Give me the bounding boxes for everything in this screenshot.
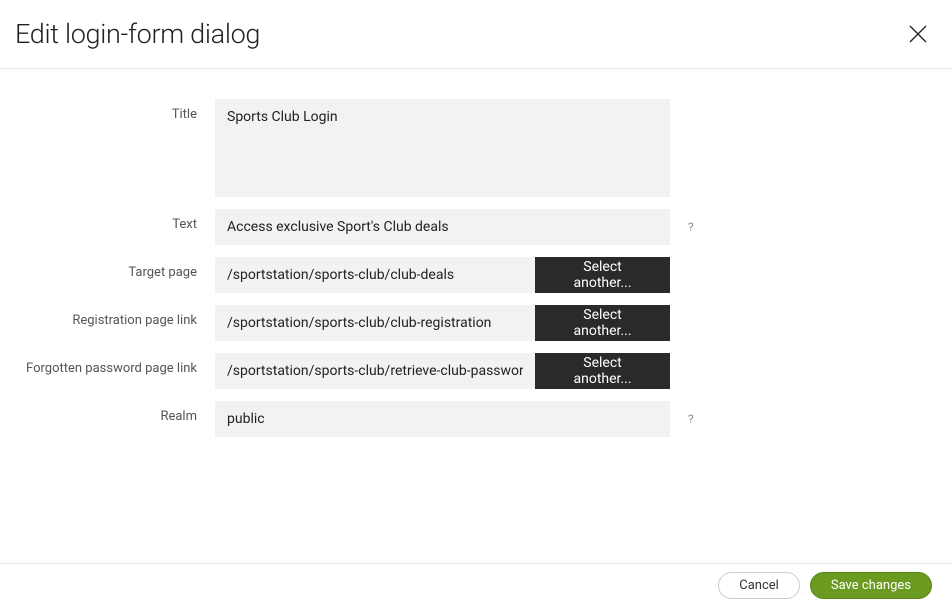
form-row-registration-page: Registration page link Select another... [20,305,932,341]
text-input[interactable] [215,209,670,245]
select-another-registration-page-button[interactable]: Select another... [535,305,670,341]
form-row-title: Title [20,99,932,197]
label-target-page: Target page [20,257,215,280]
target-page-input[interactable] [215,257,535,293]
select-another-forgotten-password-button[interactable]: Select another... [535,353,670,389]
help-realm-icon[interactable]: ? [688,412,694,426]
dialog-body: Title Text ? Target page Select another.… [0,69,952,469]
dialog-header: Edit login-form dialog [0,0,952,69]
registration-page-input[interactable] [215,305,535,341]
label-registration-page: Registration page link [20,305,215,328]
label-forgotten-password: Forgotten password page link [20,353,215,376]
close-button[interactable] [904,20,932,48]
dialog-footer: Cancel Save changes [0,563,952,607]
help-text-icon[interactable]: ? [688,220,694,234]
form-row-forgotten-password: Forgotten password page link Select anot… [20,353,932,389]
form-row-text: Text ? [20,209,932,245]
form-row-target-page: Target page Select another... [20,257,932,293]
save-button[interactable]: Save changes [810,572,932,599]
label-realm: Realm [20,401,215,424]
label-title: Title [20,99,215,122]
close-icon [906,22,930,46]
dialog-title: Edit login-form dialog [15,18,260,50]
form-row-realm: Realm ? [20,401,932,437]
label-text: Text [20,209,215,232]
select-another-target-page-button[interactable]: Select another... [535,257,670,293]
forgotten-password-input[interactable] [215,353,535,389]
cancel-button[interactable]: Cancel [718,572,800,599]
title-input[interactable] [215,99,670,197]
realm-input[interactable] [215,401,670,437]
